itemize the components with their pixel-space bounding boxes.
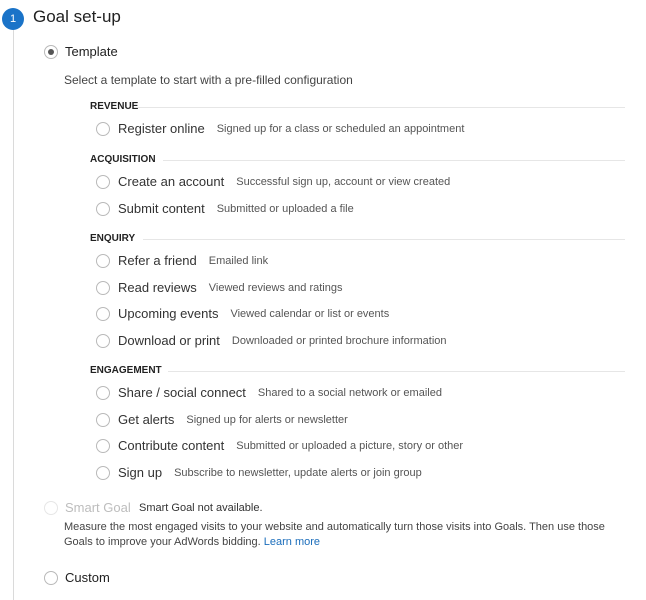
template-radio[interactable] [44,45,58,59]
step-title: Goal set-up [33,7,121,26]
template-option-radio[interactable] [96,333,110,348]
template-option-radio[interactable] [96,280,110,295]
step-connector-line [13,24,14,600]
template-option-description: Viewed reviews and ratings [208,281,343,294]
step-number-badge: 1 [2,8,24,30]
template-option-radio[interactable] [96,386,110,400]
template-option-description: Submitted or uploaded a file [216,202,354,215]
template-option-description: Shared to a social network or emailed [257,387,442,399]
template-option-label[interactable]: Sign up [118,465,162,480]
section-divider [143,239,625,240]
template-option-description: Viewed calendar or list or events [230,308,390,320]
section-divider [163,160,625,161]
template-option-radio[interactable] [96,201,110,216]
template-option-label[interactable]: Get alerts [118,412,174,427]
template-option-description: Submitted or uploaded a picture, story o… [236,440,464,452]
template-option-label[interactable]: Upcoming events [118,306,218,321]
template-option-description: Signed up for a class or scheduled an ap… [216,123,465,135]
template-option-radio[interactable] [96,412,110,427]
section-header-engagement: ENGAGEMENT [90,365,162,376]
template-option-description: Emailed link [208,255,269,267]
template-subtitle: Select a template to start with a pre-fi… [64,73,353,87]
template-label[interactable]: Template [65,44,118,59]
smart-goal-description-text: Measure the most engaged visits to your … [64,521,605,548]
template-option-label[interactable]: Submit content [118,201,205,216]
template-option-radio[interactable] [96,122,110,136]
template-option-label[interactable]: Refer a friend [118,253,197,268]
section-header-revenue: REVENUE [90,101,139,112]
template-option-label[interactable]: Create an account [118,174,224,189]
section-header-enquiry: ENQUIRY [90,233,136,244]
smart-goal-description: Measure the most engaged visits to your … [64,520,634,550]
template-option-radio[interactable] [96,307,110,321]
template-option-description: Subscribe to newsletter, update alerts o… [174,466,422,479]
template-option-description: Signed up for alerts or newsletter [186,413,348,426]
template-option-radio[interactable] [96,175,110,189]
template-option-label[interactable]: Register online [118,121,205,136]
smart-goal-radio[interactable] [44,501,58,515]
template-option-label[interactable]: Read reviews [118,280,197,295]
template-option-description: Successful sign up, account or view crea… [236,176,451,188]
template-option-radio[interactable] [96,465,110,480]
section-divider [168,371,625,372]
template-option-label[interactable]: Download or print [118,333,220,348]
section-divider [138,107,625,108]
section-header-acquisition: ACQUISITION [90,154,156,165]
template-option-radio[interactable] [96,254,110,268]
smart-goal-label: Smart Goal [65,500,131,515]
learn-more-link[interactable]: Learn more [264,536,320,548]
template-option-label[interactable]: Share / social connect [118,385,246,400]
smart-goal-status: Smart Goal not available. [139,502,263,514]
template-option-radio[interactable] [96,439,110,453]
custom-radio[interactable] [44,571,58,585]
custom-label[interactable]: Custom [65,570,110,585]
template-option-label[interactable]: Contribute content [118,438,224,453]
template-option-description: Downloaded or printed brochure informati… [231,334,447,347]
